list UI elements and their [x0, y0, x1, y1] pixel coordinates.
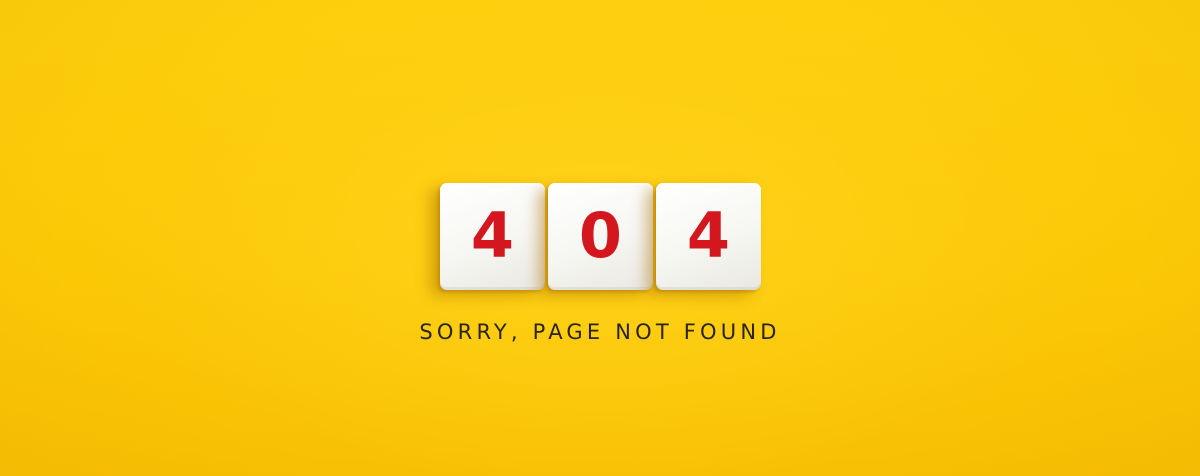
not-found-message: SORRY, PAGE NOT FOUND: [419, 320, 781, 344]
tile-digit-3-char: 4: [686, 199, 731, 272]
error-404-banner: 4 0 4 SORRY, PAGE NOT FOUND: [0, 0, 1200, 476]
tile-digit-1: 4: [440, 183, 545, 290]
tile-digit-2: 0: [548, 183, 653, 290]
tile-digit-1-char: 4: [470, 199, 515, 272]
tile-digit-3: 4: [656, 183, 761, 290]
tile-digit-2-char: 0: [578, 199, 623, 272]
error-code-tiles: 4 0 4: [440, 183, 762, 291]
